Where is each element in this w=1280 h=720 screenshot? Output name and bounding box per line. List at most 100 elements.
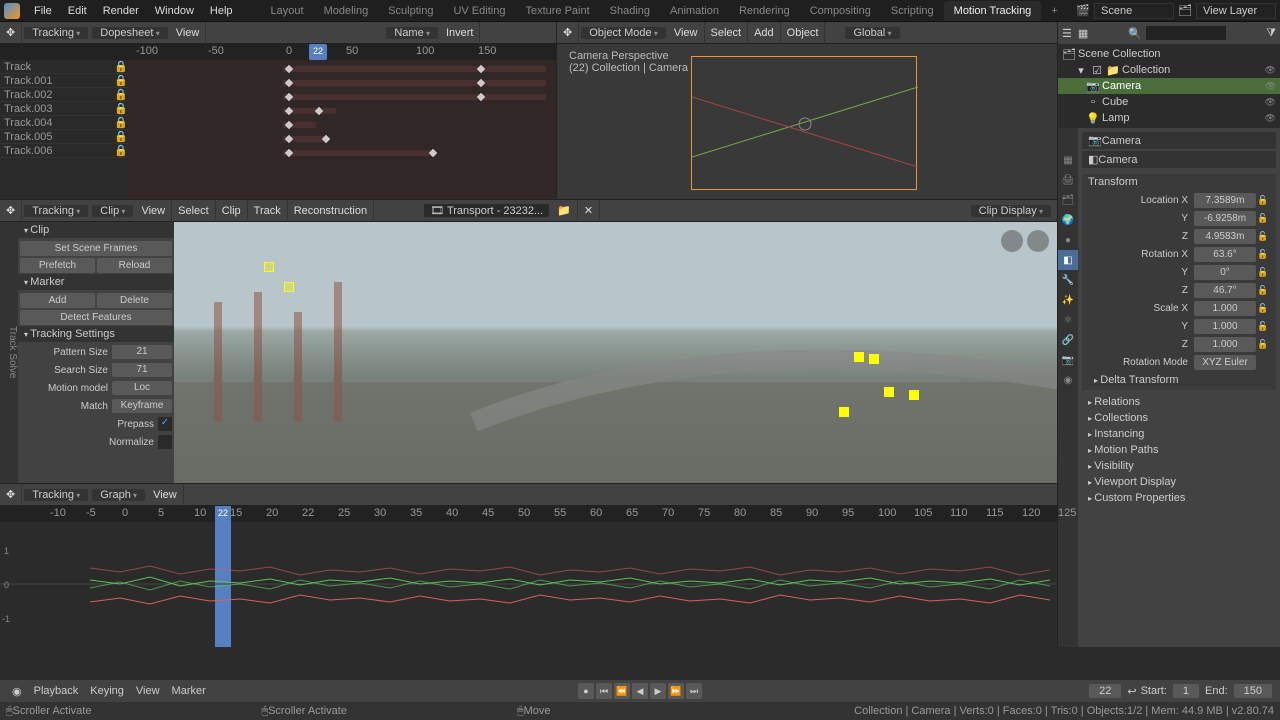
prefetch-button[interactable]: Prefetch [20, 258, 95, 273]
props-tab-object[interactable]: ◧ [1058, 250, 1078, 270]
record-icon[interactable]: ● [578, 683, 594, 699]
lock-icon[interactable]: 🔒 [114, 130, 128, 143]
menu-help[interactable]: Help [202, 0, 241, 22]
pattern-size-field[interactable]: 21 [112, 345, 172, 359]
outliner-toggle-icon[interactable]: ☰ [1062, 27, 1072, 40]
viewport-canvas[interactable]: Camera Perspective (22) Collection | Cam… [557, 44, 1057, 200]
track-row[interactable]: Track.006🔒 [0, 144, 128, 158]
scene-name-field[interactable] [1094, 3, 1174, 19]
tracking-marker-selected[interactable] [854, 352, 864, 362]
motion-model-dropdown[interactable]: Loc [112, 381, 172, 395]
open-file-button[interactable]: 📁 [551, 200, 578, 222]
editor-type-icon[interactable]: ✥ [0, 200, 22, 222]
editor-type-icon[interactable]: ✥ [557, 22, 579, 44]
prepass-checkbox[interactable] [158, 417, 172, 431]
track-row[interactable]: Track.004🔒 [0, 116, 128, 130]
clip-display-dropdown[interactable]: Clip Display [971, 205, 1051, 217]
tracking-marker[interactable] [284, 282, 294, 292]
panel-relations[interactable]: Relations [1082, 394, 1276, 410]
timeline-view-menu[interactable]: View [130, 685, 166, 697]
reload-button[interactable]: Reload [97, 258, 172, 273]
panel-motion-paths[interactable]: Motion Paths [1082, 442, 1276, 458]
search-size-field[interactable]: 71 [112, 363, 172, 377]
panel-collections[interactable]: Collections [1082, 410, 1276, 426]
match-dropdown[interactable]: Keyframe [112, 399, 172, 413]
editor-type-icon[interactable]: ✥ [0, 484, 22, 506]
v3d-add-menu[interactable]: Add [748, 22, 781, 44]
visibility-icon[interactable]: 👁 [1265, 97, 1276, 108]
set-scene-frames-button[interactable]: Set Scene Frames [20, 241, 172, 256]
panel-custom-properties[interactable]: Custom Properties [1082, 490, 1276, 506]
visibility-icon[interactable]: 👁 [1265, 113, 1276, 124]
clip-track-menu[interactable]: Track [248, 200, 288, 222]
tab-animation[interactable]: Animation [660, 1, 729, 21]
delete-marker-button[interactable]: Delete [97, 293, 172, 308]
editor-type-icon[interactable]: ✥ [0, 22, 22, 44]
invert-button[interactable]: Invert [440, 22, 481, 44]
tracking-marker-selected[interactable] [869, 354, 879, 364]
v3d-select-menu[interactable]: Select [705, 22, 749, 44]
v3d-view-menu[interactable]: View [668, 22, 705, 44]
end-frame-field[interactable]: 150 [1234, 684, 1272, 698]
collection-item[interactable]: ▾☑📁Collection👁 [1058, 62, 1280, 78]
lock-icon[interactable]: 🔒 [114, 102, 128, 115]
jump-back-icon[interactable]: ↩ [1127, 685, 1136, 698]
gizmo-lock-icon[interactable] [1027, 230, 1049, 252]
tracking-marker[interactable] [264, 262, 274, 272]
play-reverse-button[interactable]: ◀ [632, 683, 648, 699]
clip-viewport[interactable] [174, 222, 1057, 483]
track-row[interactable]: Track🔒 [0, 60, 128, 74]
graph-mode-dropdown[interactable]: Tracking [24, 489, 88, 501]
props-tab-viewlayer[interactable]: 🗂 [1058, 190, 1078, 210]
playhead[interactable]: 22 [309, 44, 327, 60]
visibility-icon[interactable]: 👁 [1265, 81, 1276, 92]
marker-panel-header[interactable]: Marker [18, 274, 174, 290]
clip-select-menu[interactable]: Select [172, 200, 216, 222]
keyframe-prev-button[interactable]: ⏪ [614, 683, 630, 699]
props-tab-output[interactable]: 🖨 [1058, 170, 1078, 190]
outliner-cube[interactable]: ▫Cube👁 [1058, 94, 1280, 110]
tracking-marker-selected[interactable] [884, 387, 894, 397]
filter-funnel-icon[interactable]: ⧩ [1266, 27, 1276, 40]
viewlayer-field[interactable] [1196, 3, 1276, 19]
menu-render[interactable]: Render [95, 0, 147, 22]
detect-features-button[interactable]: Detect Features [20, 310, 172, 325]
clip-view-menu[interactable]: View [135, 200, 172, 222]
object-mode-dropdown[interactable]: Object Mode [581, 27, 666, 39]
scale-x-field[interactable]: 1.000 [1194, 301, 1256, 316]
rotation-y-field[interactable]: 0° [1194, 265, 1256, 280]
panel-viewport-display[interactable]: Viewport Display [1082, 474, 1276, 490]
menu-edit[interactable]: Edit [60, 0, 95, 22]
tab-modeling[interactable]: Modeling [314, 1, 379, 21]
menu-window[interactable]: Window [147, 0, 202, 22]
props-tab-data[interactable]: 📷 [1058, 350, 1078, 370]
tab-uv-editing[interactable]: UV Editing [443, 1, 515, 21]
normalize-checkbox[interactable] [158, 435, 172, 449]
lock-icon[interactable]: 🔒 [114, 144, 128, 157]
tab-shading[interactable]: Shading [600, 1, 660, 21]
add-workspace-icon[interactable]: + [1041, 1, 1067, 21]
menu-file[interactable]: File [26, 0, 60, 22]
outliner-search[interactable] [1146, 26, 1226, 40]
rotation-z-field[interactable]: 46.7° [1194, 283, 1256, 298]
keying-menu[interactable]: Keying [84, 685, 130, 697]
close-file-button[interactable]: ✕ [578, 200, 600, 222]
filter-icon[interactable]: ▦ [1078, 27, 1088, 40]
props-tab-physics[interactable]: ⚛ [1058, 310, 1078, 330]
mode-dropdown[interactable]: Tracking [24, 27, 88, 39]
visibility-icon[interactable]: 👁 [1265, 65, 1276, 76]
clip-reconstruction-menu[interactable]: Reconstruction [288, 200, 374, 222]
props-tab-particle[interactable]: ✨ [1058, 290, 1078, 310]
tracking-marker-selected[interactable] [909, 390, 919, 400]
panel-header[interactable]: Transform [1088, 176, 1270, 188]
location-x-field[interactable]: 7.3589m [1194, 193, 1256, 208]
tab-compositing[interactable]: Compositing [800, 1, 881, 21]
rotation-mode-dropdown[interactable]: XYZ Euler [1194, 355, 1256, 370]
dope-view-menu[interactable]: View [170, 22, 207, 44]
props-tab-modifier[interactable]: 🔧 [1058, 270, 1078, 290]
scale-z-field[interactable]: 1.000 [1194, 337, 1256, 352]
tab-scripting[interactable]: Scripting [881, 1, 944, 21]
panel-visibility[interactable]: Visibility [1082, 458, 1276, 474]
lock-icon[interactable]: 🔒 [114, 74, 128, 87]
graph-view-menu[interactable]: View [147, 484, 184, 506]
